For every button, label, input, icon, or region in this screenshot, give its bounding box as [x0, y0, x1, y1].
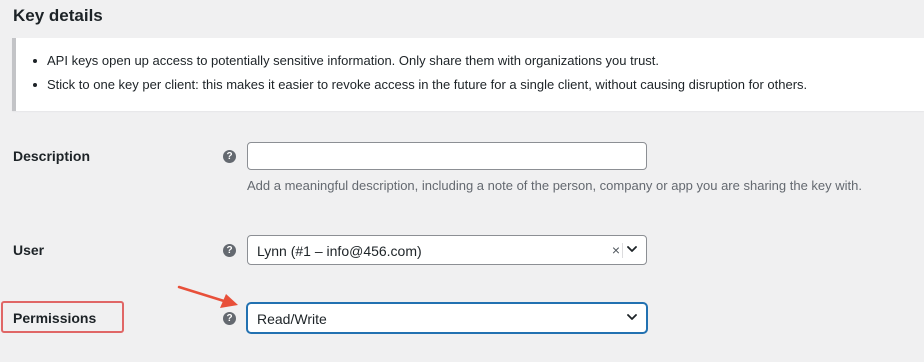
user-selected-value: Lynn (#1 – info@456.com) — [257, 243, 422, 259]
page-title: Key details — [13, 6, 103, 25]
notice-bullet-1: API keys open up access to potentially s… — [33, 52, 659, 70]
chevron-down-icon[interactable] — [626, 243, 638, 255]
notice-bullet-2: Stick to one key per client: this makes … — [33, 76, 807, 94]
description-input[interactable] — [247, 142, 647, 170]
select-divider — [622, 243, 623, 258]
permissions-label: Permissions — [13, 310, 97, 326]
question-circle-icon[interactable]: ? — [223, 150, 236, 163]
permissions-selected-value: Read/Write — [257, 311, 327, 327]
chevron-down-icon[interactable] — [626, 311, 638, 323]
question-circle-icon[interactable]: ? — [223, 244, 236, 257]
user-label: User — [13, 242, 45, 258]
info-notice: API keys open up access to potentially s… — [12, 38, 924, 111]
permissions-select[interactable]: Read/Write — [247, 303, 647, 333]
description-hint: Add a meaningful description, including … — [247, 178, 862, 193]
description-label: Description — [13, 148, 91, 164]
question-circle-icon[interactable]: ? — [223, 312, 236, 325]
close-icon[interactable]: × — [612, 241, 620, 259]
user-select[interactable]: Lynn (#1 – info@456.com) × — [247, 235, 647, 265]
red-arrow-icon — [177, 285, 238, 308]
